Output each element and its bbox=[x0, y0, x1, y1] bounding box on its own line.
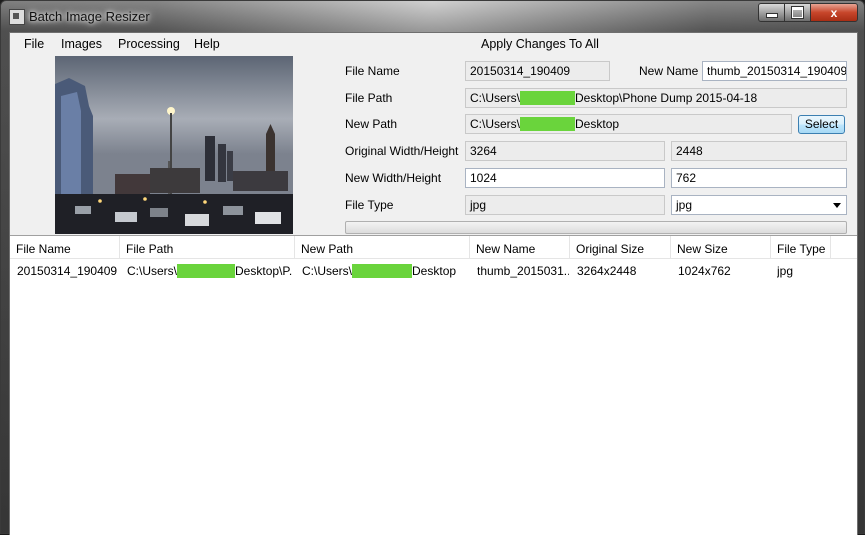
col-header-new-path[interactable]: New Path bbox=[295, 236, 470, 258]
col-header-new-name[interactable]: New Name bbox=[470, 236, 570, 258]
file-type-selected: jpg bbox=[676, 198, 693, 212]
table-header: File Name File Path New Path New Name Or… bbox=[10, 236, 857, 259]
menu-help[interactable]: Help bbox=[194, 37, 220, 51]
redaction-block bbox=[520, 117, 576, 131]
minimize-button[interactable] bbox=[758, 3, 785, 22]
new-height-input[interactable]: 762 bbox=[671, 168, 847, 188]
app-icon bbox=[9, 9, 25, 25]
menu-images[interactable]: Images bbox=[61, 37, 102, 51]
new-path-suffix: Desktop bbox=[575, 117, 620, 131]
menu-bar: File Images Processing Help Apply Change… bbox=[10, 33, 857, 55]
file-name-label: File Name bbox=[345, 64, 400, 78]
file-path-field: C:\Users\ Desktop\Phone Dump 2015-04-18 bbox=[465, 88, 847, 108]
cell-file-path-prefix: C:\Users\ bbox=[127, 264, 178, 278]
select-path-button[interactable]: Select bbox=[798, 115, 845, 134]
image-preview bbox=[55, 56, 293, 234]
title-bar[interactable]: Batch Image Resizer x bbox=[1, 1, 864, 32]
original-width-field: 3264 bbox=[465, 141, 665, 161]
original-height-field: 2448 bbox=[671, 141, 847, 161]
file-path-label: File Path bbox=[345, 91, 393, 105]
cell-new-path-prefix: C:\Users\ bbox=[302, 264, 353, 278]
redaction-block bbox=[177, 264, 236, 278]
cell-file-type: jpg bbox=[777, 264, 794, 278]
new-size-label: New Width/Height bbox=[345, 171, 442, 185]
col-header-new-size[interactable]: New Size bbox=[671, 236, 771, 258]
file-type-label: File Type bbox=[345, 198, 394, 212]
col-header-file-name[interactable]: File Name bbox=[10, 236, 120, 258]
menu-file[interactable]: File bbox=[24, 37, 44, 51]
file-path-prefix: C:\Users\ bbox=[470, 91, 521, 105]
client-area: File Images Processing Help Apply Change… bbox=[9, 32, 858, 535]
new-width-input[interactable]: 1024 bbox=[465, 168, 665, 188]
window-title: Batch Image Resizer bbox=[29, 9, 150, 24]
new-name-input[interactable]: thumb_20150314_190409 bbox=[702, 61, 847, 81]
menu-processing[interactable]: Processing bbox=[118, 37, 180, 51]
progress-bar bbox=[345, 221, 847, 234]
app-window: Batch Image Resizer x File Images Proces… bbox=[0, 0, 865, 535]
chevron-down-icon bbox=[833, 203, 841, 208]
cell-file-path-suffix: Desktop\P... bbox=[235, 264, 293, 278]
maximize-button[interactable] bbox=[784, 3, 811, 22]
minimize-icon bbox=[765, 13, 778, 18]
table-row[interactable]: 20150314_190409 C:\Users\ Desktop\P... C:… bbox=[10, 259, 857, 281]
new-path-prefix: C:\Users\ bbox=[470, 117, 521, 131]
new-path-field: C:\Users\ Desktop bbox=[465, 114, 792, 134]
cell-new-name: thumb_2015031... bbox=[477, 264, 569, 278]
cell-original-size: 3264x2448 bbox=[577, 264, 637, 278]
file-name-field: 20150314_190409 bbox=[465, 61, 610, 81]
cell-new-path-suffix: Desktop bbox=[412, 264, 457, 278]
preview-photo bbox=[55, 56, 293, 234]
col-header-file-type[interactable]: File Type bbox=[771, 236, 831, 258]
cell-new-size: 1024x762 bbox=[678, 264, 731, 278]
new-path-label: New Path bbox=[345, 117, 398, 131]
close-icon: x bbox=[830, 5, 838, 20]
close-button[interactable]: x bbox=[810, 3, 858, 22]
file-type-field: jpg bbox=[465, 195, 665, 215]
apply-changes-to-all-button[interactable]: Apply Changes To All bbox=[481, 37, 599, 51]
file-path-suffix: Desktop\Phone Dump 2015-04-18 bbox=[575, 91, 758, 105]
maximize-icon bbox=[792, 7, 803, 18]
image-list-table: File Name File Path New Path New Name Or… bbox=[10, 235, 857, 535]
cell-new-path: C:\Users\ Desktop bbox=[302, 264, 468, 278]
new-name-label: New Name bbox=[639, 64, 699, 78]
col-header-file-path[interactable]: File Path bbox=[120, 236, 295, 258]
redaction-block bbox=[520, 91, 576, 105]
redaction-block bbox=[352, 264, 413, 278]
file-type-dropdown[interactable]: jpg bbox=[671, 195, 847, 215]
cell-file-path: C:\Users\ Desktop\P... bbox=[127, 264, 293, 278]
original-size-label: Original Width/Height bbox=[345, 144, 459, 158]
cell-file-name: 20150314_190409 bbox=[17, 264, 117, 278]
col-header-original-size[interactable]: Original Size bbox=[570, 236, 671, 258]
